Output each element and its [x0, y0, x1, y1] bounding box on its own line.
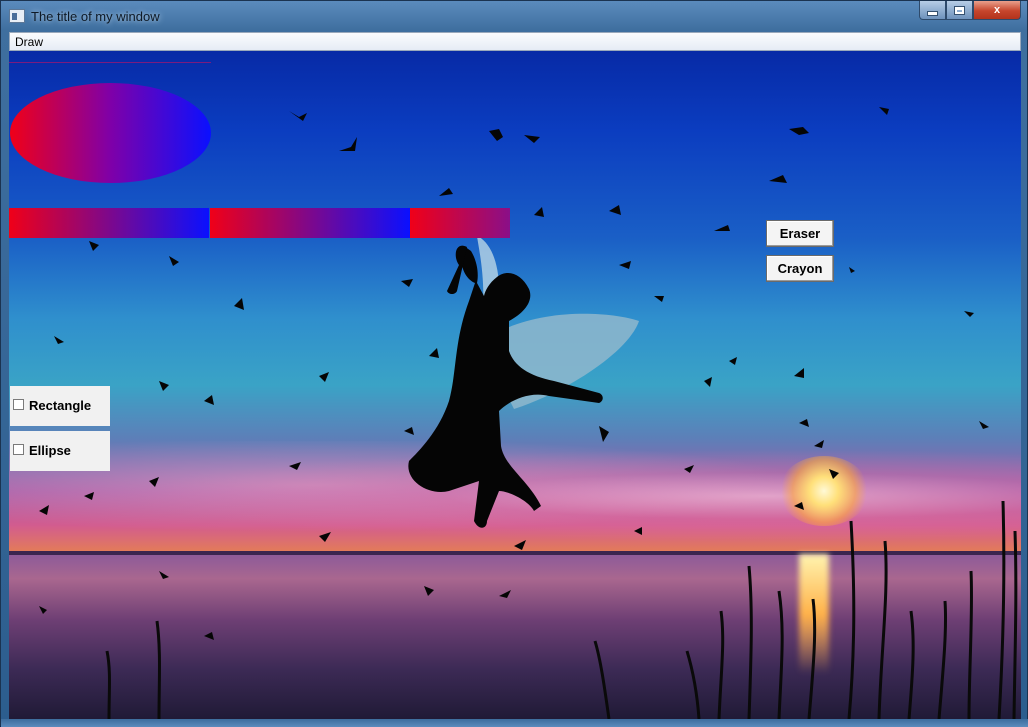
drawn-ellipse: [10, 83, 211, 183]
window-controls: x: [919, 1, 1021, 21]
crayon-button[interactable]: Crayon: [766, 255, 834, 282]
drawn-rectangle: [210, 208, 410, 238]
minimize-icon: [927, 10, 938, 16]
rectangle-checkbox-label: Rectangle: [29, 398, 92, 413]
ellipse-checkbox-label: Ellipse: [29, 443, 71, 458]
ellipse-checkbox[interactable]: [13, 444, 24, 455]
ellipse-checkbox-row[interactable]: Ellipse: [10, 431, 110, 471]
menu-bar: Draw: [9, 32, 1021, 51]
maximize-icon: [954, 5, 965, 15]
title-bar[interactable]: The title of my window x: [1, 1, 1027, 33]
menu-draw[interactable]: Draw: [15, 35, 43, 49]
maximize-button[interactable]: [946, 1, 973, 20]
eraser-button[interactable]: Eraser: [766, 220, 834, 247]
app-icon[interactable]: [9, 9, 25, 23]
rectangle-checkbox-row[interactable]: Rectangle: [10, 386, 110, 426]
drawing-canvas[interactable]: Eraser Crayon Rectangle Ellipse: [9, 51, 1021, 719]
close-icon: x: [993, 4, 1001, 16]
drawn-line: [9, 62, 211, 63]
window-title: The title of my window: [31, 9, 160, 24]
close-button[interactable]: x: [973, 1, 1021, 20]
drawn-rectangle: [410, 208, 510, 238]
drawn-rectangle: [9, 208, 209, 238]
rectangle-checkbox[interactable]: [13, 399, 24, 410]
minimize-button[interactable]: [919, 1, 946, 20]
app-window: The title of my window x Draw Eraser Cra…: [0, 0, 1028, 727]
